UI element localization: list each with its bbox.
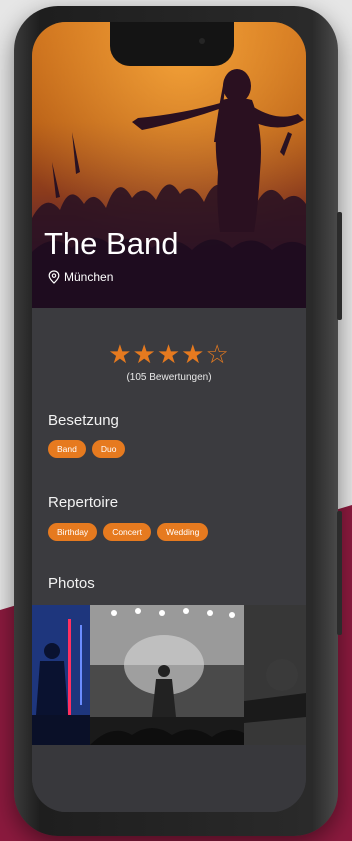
map-pin-icon bbox=[48, 270, 60, 284]
front-camera bbox=[199, 38, 205, 44]
side-button bbox=[337, 511, 342, 635]
volume-button bbox=[337, 212, 342, 320]
tag-concert[interactable]: Concert bbox=[103, 523, 151, 541]
photo-gallery[interactable] bbox=[32, 605, 306, 745]
reviews-count[interactable]: (105 Bewertungen) bbox=[32, 372, 306, 383]
star-rating: ★★★★☆ bbox=[108, 340, 230, 370]
photo-2[interactable] bbox=[90, 605, 244, 745]
notch bbox=[110, 22, 234, 66]
photo-3[interactable] bbox=[244, 605, 306, 745]
location-label: München bbox=[64, 270, 114, 284]
section-title-besetzung: Besetzung bbox=[48, 412, 119, 429]
tag-band[interactable]: Band bbox=[48, 440, 86, 458]
repertoire-tags: Birthday Concert Wedding bbox=[48, 523, 209, 541]
photo-1[interactable] bbox=[32, 605, 90, 745]
section-title-repertoire: Repertoire bbox=[48, 494, 119, 511]
section-title-photos: Photos bbox=[48, 575, 95, 592]
besetzung-tags: Band Duo bbox=[48, 440, 126, 458]
tag-birthday[interactable]: Birthday bbox=[48, 523, 98, 541]
tag-duo[interactable]: Duo bbox=[91, 440, 126, 458]
location: München bbox=[48, 270, 113, 284]
bottom-area bbox=[32, 745, 306, 812]
artist-name: The Band bbox=[44, 226, 179, 261]
app-screen: The Band München ★★★★☆ (105 Bewertungen)… bbox=[32, 22, 306, 812]
tag-wedding[interactable]: Wedding bbox=[156, 523, 209, 541]
